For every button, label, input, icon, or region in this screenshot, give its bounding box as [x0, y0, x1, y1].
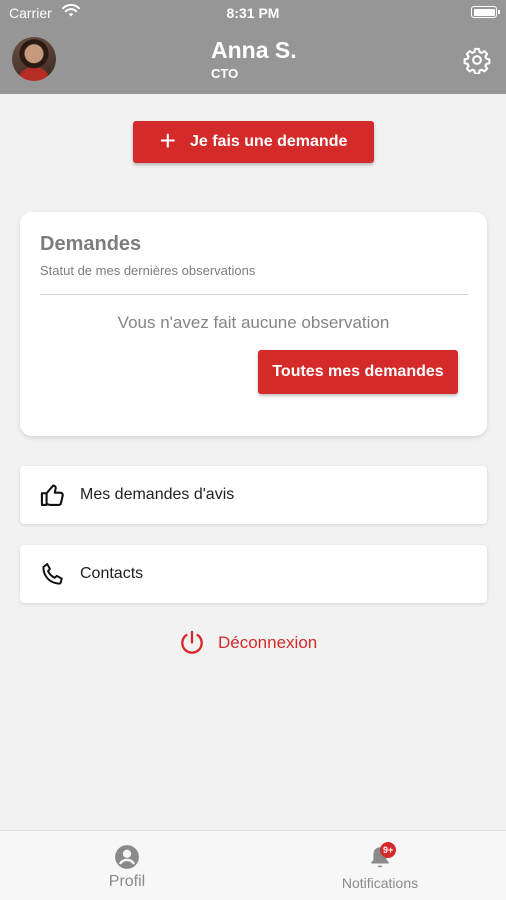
- plus-icon: +: [159, 124, 176, 156]
- battery-icon: [471, 6, 500, 18]
- notification-badge: 9+: [380, 842, 397, 858]
- user-circle-icon: [115, 845, 139, 869]
- tab-profile-label: Profil: [108, 873, 146, 890]
- phone-icon: [38, 559, 68, 589]
- contacts-item[interactable]: Contacts: [20, 545, 487, 603]
- avatar[interactable]: [12, 37, 56, 81]
- new-request-button[interactable]: + Je fais une demande: [133, 121, 374, 163]
- tab-notifications[interactable]: 9+ Notifications: [320, 831, 440, 900]
- status-bar: Carrier 8:31 PM: [0, 0, 506, 26]
- contacts-label: Contacts: [80, 565, 144, 582]
- user-name: Anna S.: [211, 37, 297, 63]
- tab-notifications-label: Notifications: [341, 875, 419, 891]
- user-role: CTO: [211, 66, 239, 81]
- requests-card-subtitle: Statut de mes dernières observations: [40, 263, 256, 278]
- opinion-requests-item[interactable]: Mes demandes d'avis: [20, 466, 487, 524]
- requests-card: Demandes Statut de mes dernières observa…: [20, 212, 487, 436]
- gear-icon[interactable]: [463, 46, 491, 74]
- thumbs-up-icon: [38, 480, 68, 510]
- empty-state-message: Vous n'avez fait aucune observation: [117, 313, 390, 332]
- all-requests-button[interactable]: Toutes mes demandes: [258, 350, 458, 394]
- tab-profile[interactable]: Profil: [82, 831, 172, 900]
- logout-label: Déconnexion: [218, 633, 318, 652]
- app-header: Carrier 8:31 PM Anna S. CTO: [0, 0, 506, 94]
- requests-card-title: Demandes: [40, 233, 142, 255]
- new-request-label: Je fais une demande: [189, 133, 348, 150]
- divider: [40, 294, 468, 295]
- clock: 8:31 PM: [226, 5, 280, 21]
- opinion-requests-label: Mes demandes d'avis: [80, 486, 235, 503]
- bottom-navigation: Profil 9+ Notifications: [0, 830, 506, 900]
- logout-button[interactable]: Déconnexion: [178, 628, 317, 658]
- power-icon: [181, 630, 203, 654]
